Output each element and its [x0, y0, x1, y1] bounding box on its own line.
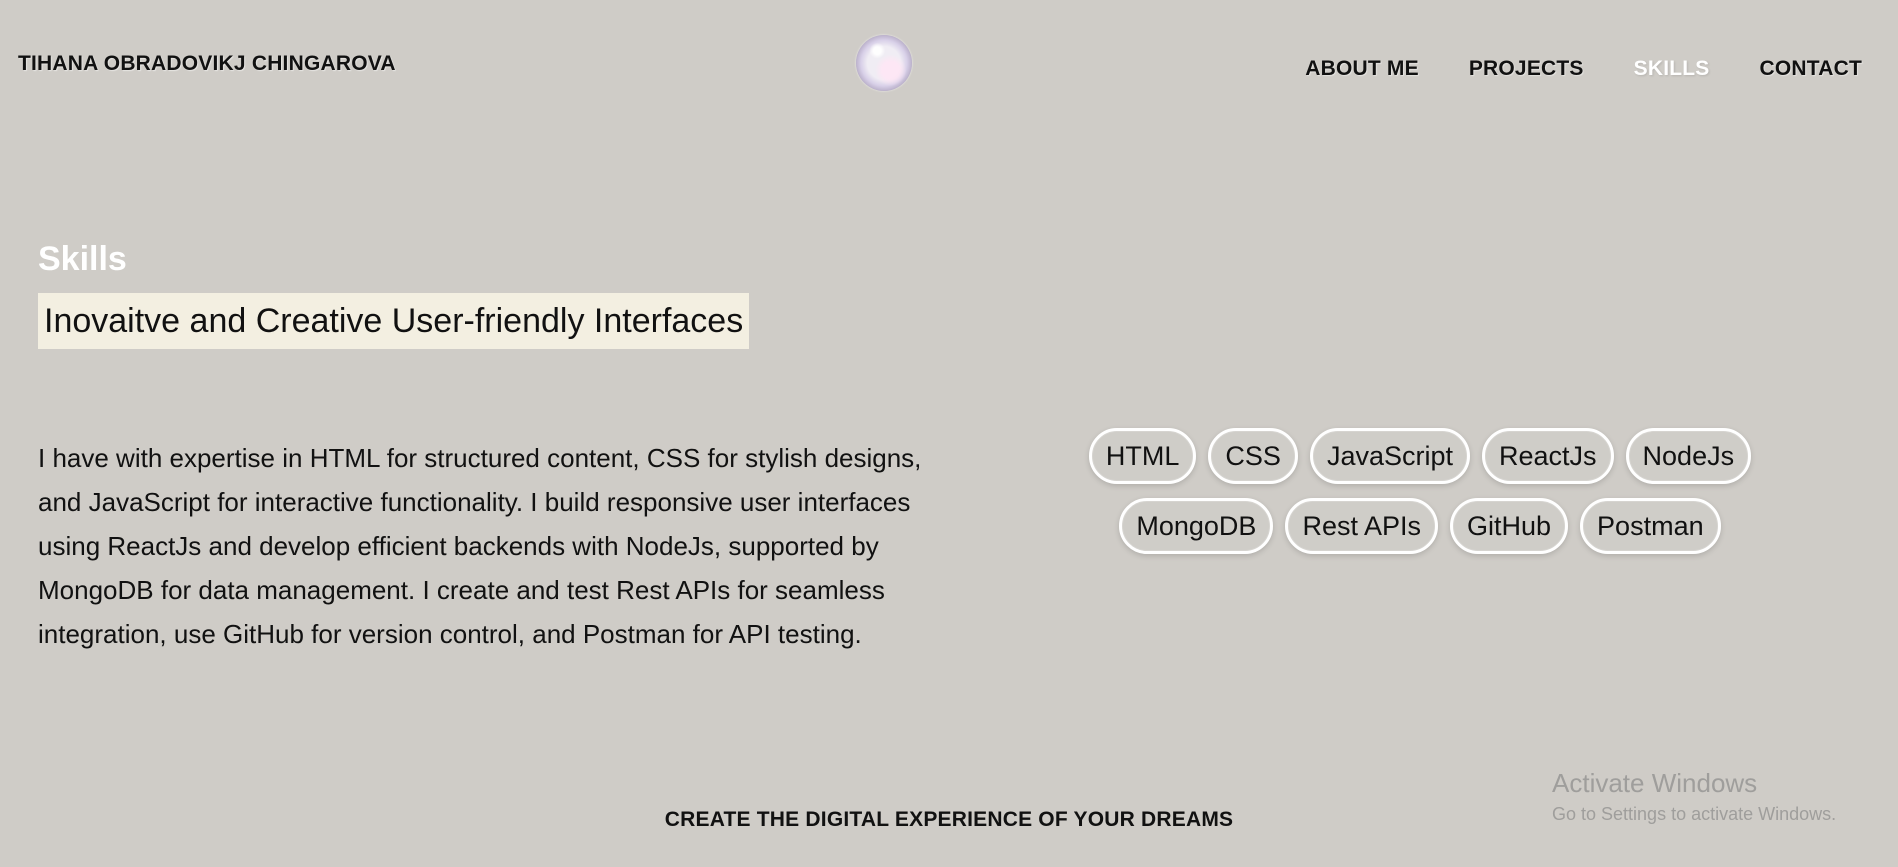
- windows-activation-watermark: Activate Windows Go to Settings to activ…: [1552, 768, 1836, 825]
- skill-chip-css: CSS: [1208, 428, 1298, 484]
- bubble-icon: [856, 35, 912, 91]
- skills-list: HTML CSS JavaScript ReactJs NodeJs Mongo…: [1010, 428, 1830, 554]
- skill-chip-javascript: JavaScript: [1309, 428, 1470, 484]
- headline-highlight: Inovaitve and Creative User-friendly Int…: [38, 293, 750, 349]
- headline: Inovaitve and Creative User-friendly Int…: [44, 302, 744, 340]
- nav-skills[interactable]: SKILLS: [1634, 57, 1710, 81]
- skill-chip-mongodb: MongoDB: [1119, 498, 1274, 554]
- activation-subtitle: Go to Settings to activate Windows.: [1552, 804, 1837, 824]
- skill-chip-github: GitHub: [1450, 498, 1569, 554]
- nav-contact[interactable]: CONTACT: [1760, 57, 1863, 81]
- main-navigation: ABOUT ME PROJECTS SKILLS CONTACT: [1305, 57, 1862, 81]
- activation-title: Activate Windows: [1552, 768, 1758, 798]
- skill-chip-reactjs: ReactJs: [1482, 428, 1614, 484]
- nav-projects[interactable]: PROJECTS: [1469, 57, 1584, 81]
- section-title: Skills: [38, 240, 127, 278]
- skill-chip-postman: Postman: [1580, 498, 1721, 554]
- skill-chip-html: HTML: [1088, 428, 1197, 484]
- skills-description: I have with expertise in HTML for struct…: [38, 443, 922, 649]
- skill-chip-rest-apis: Rest APIs: [1285, 498, 1438, 554]
- site-brand[interactable]: TIHANA OBRADOVIKJ CHINGAROVA: [18, 52, 396, 76]
- skill-chip-nodejs: NodeJs: [1625, 428, 1752, 484]
- nav-about-me[interactable]: ABOUT ME: [1305, 57, 1419, 81]
